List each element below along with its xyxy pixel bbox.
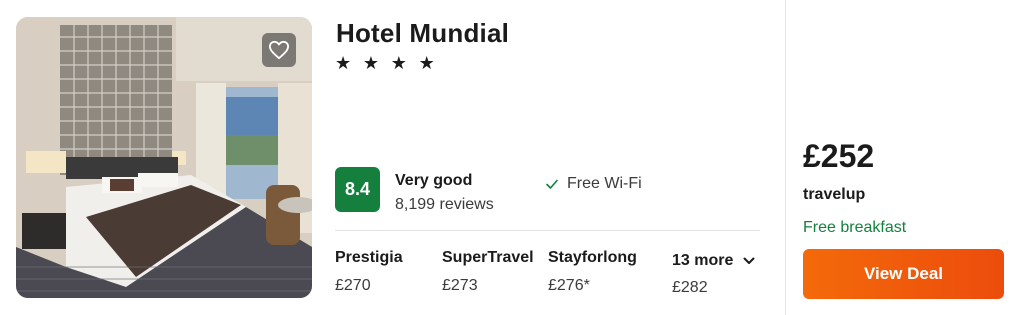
amenity-label: Free Wi-Fi (567, 175, 642, 192)
heart-icon (268, 40, 289, 60)
more-providers-button[interactable]: 13 more £282 (672, 252, 755, 297)
review-count[interactable]: 8,199 reviews (395, 196, 494, 214)
check-icon (546, 179, 558, 189)
divider (335, 230, 760, 231)
provider-price: £273 (442, 277, 478, 294)
rating-label: Very good (395, 172, 473, 189)
deal-provider: travelup (803, 186, 866, 203)
more-providers-price: £282 (672, 279, 708, 296)
column-divider (785, 0, 786, 315)
provider-name: Prestigia (335, 249, 403, 266)
star-rating: ★ ★ ★ ★ (335, 53, 438, 74)
hotel-result-card: Hotel Mundial ★ ★ ★ ★ 8.4 Very good 8,19… (0, 0, 1024, 315)
chevron-down-icon (743, 257, 755, 264)
more-providers-label: 13 more (672, 252, 755, 270)
provider-price: £270 (335, 277, 371, 294)
provider-stayforlong[interactable]: Stayforlong £276* (548, 249, 637, 295)
more-label: 13 more (672, 252, 734, 269)
deal-extra: Free breakfast (803, 219, 907, 236)
provider-supertravel[interactable]: SuperTravel £273 (442, 249, 534, 295)
provider-name: Stayforlong (548, 249, 637, 266)
view-deal-button[interactable]: View Deal (803, 249, 1004, 299)
provider-prestigia[interactable]: Prestigia £270 (335, 249, 403, 295)
deal-price: £252 (803, 138, 875, 174)
amenity-free-wifi: Free Wi-Fi (545, 175, 642, 193)
provider-price: £276* (548, 277, 590, 294)
provider-name: SuperTravel (442, 249, 534, 266)
hotel-name[interactable]: Hotel Mundial (336, 18, 509, 49)
review-score-badge: 8.4 (335, 167, 380, 212)
save-favorite-button[interactable] (262, 33, 296, 67)
